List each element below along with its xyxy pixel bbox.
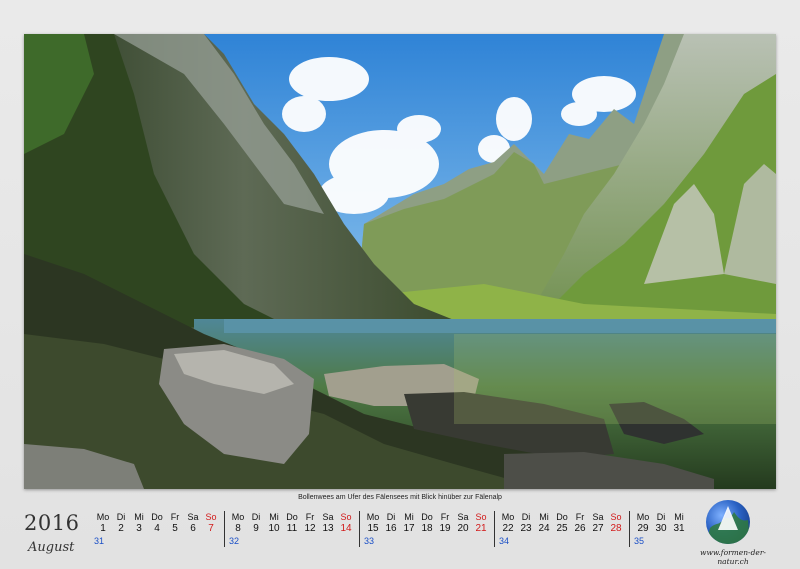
landscape-photo xyxy=(24,34,776,489)
calendar-page: Bollenwees am Ufer des Fälensees mit Bli… xyxy=(0,0,800,569)
weekday-header-row: Mo Di Mi Do Fr Sa So xyxy=(364,511,490,523)
photo-caption: Bollenwees am Ufer des Fälensees mit Bli… xyxy=(298,494,502,501)
day-number: 27 xyxy=(592,523,604,534)
weekday-label: Sa xyxy=(187,512,199,522)
day-number: 25 xyxy=(556,523,568,534)
date-row: 8 9 10 11 12 13 14 xyxy=(229,523,355,535)
weekday-header-row: Mo Di Mi Do Fr Sa So xyxy=(94,511,220,523)
day-number: 17 xyxy=(403,523,415,534)
date-row: 15 16 17 18 19 20 21 xyxy=(364,523,490,535)
day-number: 5 xyxy=(172,523,178,534)
day-number: 20 xyxy=(457,523,469,534)
weekday-label: Fr xyxy=(170,512,180,522)
weekday-label: Do xyxy=(421,512,433,522)
weekday-label: Fr xyxy=(305,512,315,522)
calendar-week: Mo Di Mi Do Fr Sa So 1 2 3 4 5 6 7 31 xyxy=(90,511,224,547)
day-number: 8 xyxy=(235,523,241,534)
weekday-label-sunday: So xyxy=(205,512,217,522)
weekday-label: Mo xyxy=(231,512,245,522)
week-number: 35 xyxy=(634,536,645,546)
weekday-label: Mi xyxy=(404,512,414,522)
weekday-label-sunday: So xyxy=(610,512,622,522)
weekday-label: Mo xyxy=(636,512,650,522)
weekday-header-row: Mo Di Mi Do Fr Sa So xyxy=(229,511,355,523)
weekday-label: Mo xyxy=(366,512,380,522)
day-number: 6 xyxy=(190,523,196,534)
calendar-year: 2016 xyxy=(24,511,80,535)
day-number: 30 xyxy=(655,523,667,534)
day-number: 26 xyxy=(574,523,586,534)
calendar-month: August xyxy=(28,540,75,555)
date-row: 29 30 31 xyxy=(634,523,688,535)
week-number: 33 xyxy=(364,536,375,546)
day-number: 24 xyxy=(538,523,550,534)
calendar-grid: Mo Di Mi Do Fr Sa So 1 2 3 4 5 6 7 31 Mo… xyxy=(90,511,692,547)
day-number: 9 xyxy=(253,523,259,534)
website-url: www.formen-der-natur.ch xyxy=(700,548,766,566)
calendar-week: Mo Di Mi Do Fr Sa So 8 9 10 11 12 13 14 … xyxy=(224,511,359,547)
day-number: 31 xyxy=(673,523,685,534)
day-number: 1 xyxy=(100,523,106,534)
day-number: 23 xyxy=(520,523,532,534)
date-row: 22 23 24 25 26 27 28 xyxy=(499,523,625,535)
day-number-sunday: 7 xyxy=(208,523,214,534)
weekday-label: Mi xyxy=(539,512,549,522)
day-number: 10 xyxy=(268,523,280,534)
day-number: 16 xyxy=(385,523,397,534)
weekday-label: Mi xyxy=(134,512,144,522)
day-number: 22 xyxy=(502,523,514,534)
day-number: 15 xyxy=(367,523,379,534)
weekday-header-row: Mo Di Mi xyxy=(634,511,688,523)
day-number: 12 xyxy=(304,523,316,534)
weekday-label: Di xyxy=(386,512,396,522)
calendar-week: Mo Di Mi Do Fr Sa So 22 23 24 25 26 27 2… xyxy=(494,511,629,547)
weekday-label: Sa xyxy=(322,512,334,522)
week-number: 32 xyxy=(229,536,240,546)
calendar-week: Mo Di Mi Do Fr Sa So 15 16 17 18 19 20 2… xyxy=(359,511,494,547)
weekday-label: Mo xyxy=(501,512,515,522)
day-number: 29 xyxy=(637,523,649,534)
weekday-label: Sa xyxy=(457,512,469,522)
weekday-label: Do xyxy=(556,512,568,522)
day-number-sunday: 21 xyxy=(475,523,487,534)
weekday-label-sunday: So xyxy=(340,512,352,522)
weekday-label: Di xyxy=(521,512,531,522)
weekday-label: Di xyxy=(251,512,261,522)
brand-logo: www.formen-der-natur.ch xyxy=(688,500,778,566)
weekday-label: Di xyxy=(116,512,126,522)
weekday-label-sunday: So xyxy=(475,512,487,522)
day-number: 3 xyxy=(136,523,142,534)
week-number: 31 xyxy=(94,536,105,546)
weekday-label: Do xyxy=(286,512,298,522)
weekday-label: Di xyxy=(656,512,666,522)
globe-logo-icon xyxy=(706,500,750,544)
day-number: 18 xyxy=(421,523,433,534)
day-number-sunday: 14 xyxy=(340,523,352,534)
day-number: 4 xyxy=(154,523,160,534)
weekday-header-row: Mo Di Mi Do Fr Sa So xyxy=(499,511,625,523)
weekday-label: Fr xyxy=(440,512,450,522)
weekday-label: Fr xyxy=(575,512,585,522)
weekday-label: Sa xyxy=(592,512,604,522)
date-row: 1 2 3 4 5 6 7 xyxy=(94,523,220,535)
day-number-sunday: 28 xyxy=(610,523,622,534)
weekday-label: Mi xyxy=(269,512,279,522)
weekday-label: Do xyxy=(151,512,163,522)
weekday-label: Mi xyxy=(674,512,684,522)
day-number: 13 xyxy=(322,523,334,534)
week-number: 34 xyxy=(499,536,510,546)
day-number: 2 xyxy=(118,523,124,534)
weekday-label: Mo xyxy=(96,512,110,522)
day-number: 19 xyxy=(439,523,451,534)
globe-mountain-icon xyxy=(706,506,750,544)
calendar-week: Mo Di Mi 29 30 31 35 xyxy=(629,511,692,547)
mountain-lake-image xyxy=(24,34,776,489)
day-number: 11 xyxy=(286,523,298,534)
